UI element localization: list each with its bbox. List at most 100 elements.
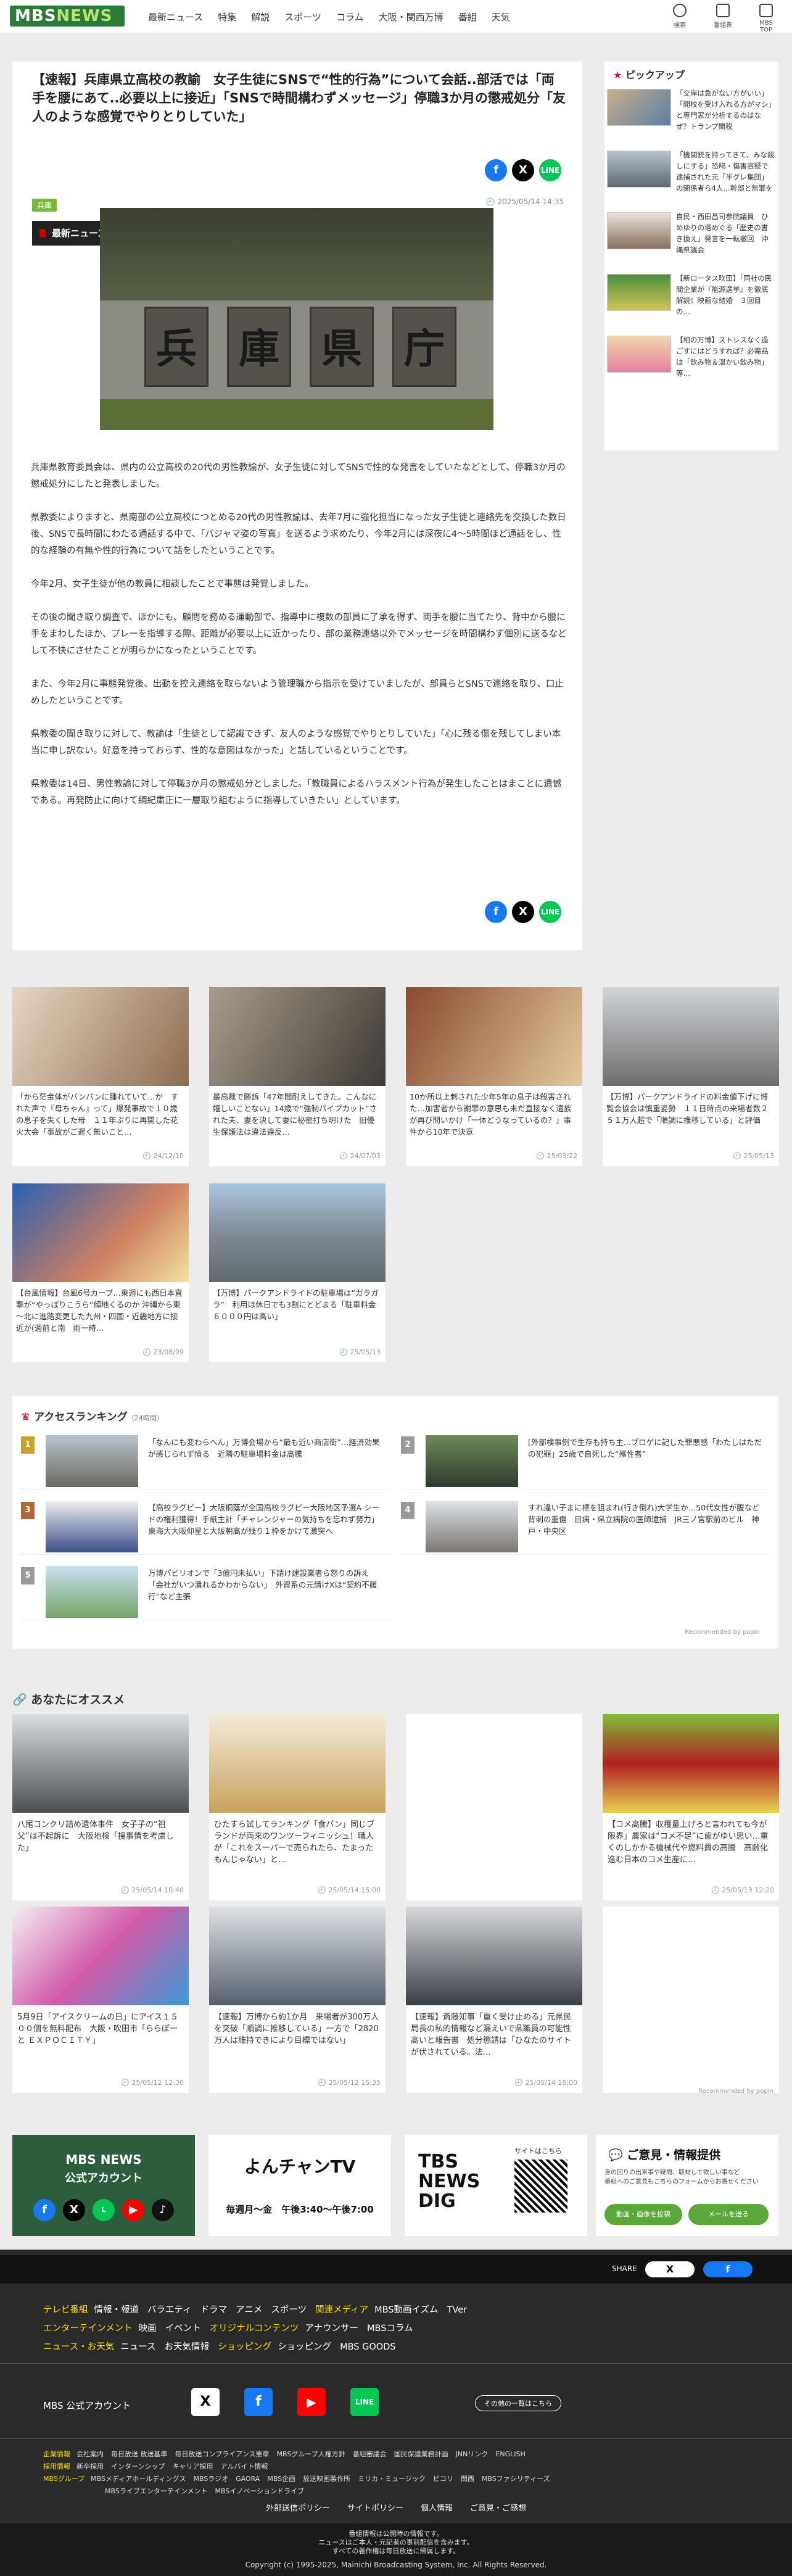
footer-link[interactable]: MBSライブエンターテインメント [105, 2487, 208, 2495]
footer-head[interactable]: 採用情報 [43, 2462, 70, 2470]
footer-link[interactable]: アニメ [236, 2305, 262, 2315]
mbs-official-banner[interactable]: MBS NEWS 公式アカウント f X L ▶ ♪ [12, 2135, 195, 2236]
line-icon[interactable]: LINE [350, 2388, 379, 2416]
pickup-item[interactable]: 「機関銃を持ってきて、みな殺しにする」恐喝・傷害容疑で逮捕された元「半グレ集団」… [607, 149, 776, 199]
nav-latest[interactable]: 最新ニュース [148, 10, 203, 23]
pickup-item[interactable]: 自民・西田昌司参院議員 ひめゆりの塔めぐる「歴史の書き換え」発言を一転撤回 沖縄… [607, 211, 776, 260]
recommend-card[interactable]: 5月9日「アイスクリームの日」にアイス１５００個を無料配布 大阪・吹田市「ららぽ… [12, 1907, 189, 2093]
ranking-item[interactable]: 4 すれ違い子まに標を狙まれ(行き倒れ)大学生か…50代女性が腹など背刺の重傷 目… [401, 1499, 770, 1555]
ranking-item[interactable]: 5 万博パビリオンで「3億円未払い」下請け建設業者ら怒りの訴え「会社がいつ潰れるか… [21, 1565, 390, 1620]
footer-link[interactable]: キャリア採用 [172, 2462, 213, 2470]
recommend-card[interactable]: 八尾コンクリ詰め遺体事件 女子子の“祖父”は不起訴に 大阪地検「捜事情を考慮した… [12, 1714, 189, 1900]
related-card[interactable]: 10か所以上刺された少年5年の息子は殺害された…加害者から謝罪の意思も未だ直接な… [406, 987, 582, 1166]
related-card[interactable]: 「から茫金体がバンバンに腫れていて…か すれた声で『母ちゃん』って」爆発事故で１… [12, 987, 189, 1166]
footer-link[interactable]: MBS GOODS [340, 2342, 395, 2352]
nav-feature[interactable]: 特集 [218, 10, 236, 23]
footer-link[interactable]: ニュース [120, 2342, 155, 2352]
footer-link[interactable]: ミリカ・ミュージック [358, 2475, 426, 2483]
related-card[interactable]: 【万博】パークアンドライドの料金値下げに博覧会協会は慎重姿勢 １１日時点の来場者… [603, 987, 779, 1166]
footer-link[interactable]: 毎日放送 放送基準 [111, 2450, 168, 2458]
x-share-icon[interactable]: X [512, 901, 534, 923]
footer-link[interactable]: ドラマ [200, 2305, 228, 2315]
popin-credit[interactable]: Recommended by popIn [698, 2088, 773, 2095]
facebook-share-icon[interactable]: f [485, 159, 507, 181]
footer-head[interactable]: オリジナルコンテンツ [210, 2324, 299, 2334]
ranking-item[interactable]: 3 【高校ラグビー】大阪桐蔭が全国高校ラグビー大阪地区予選A シードの権利獲得！手… [21, 1499, 390, 1555]
footer-link[interactable]: 会社案内 [76, 2450, 104, 2458]
footer-head[interactable]: MBSグループ [43, 2475, 85, 2483]
footer-link[interactable]: サイトポリシー [347, 2504, 403, 2513]
footer-link[interactable]: MBSコラム [367, 2324, 413, 2334]
line-share-icon[interactable]: LINE [539, 901, 561, 923]
pickup-item[interactable]: 【相の万博】ストレスなく過ごすにはどうすれば？必需品は「飲み物＆温かい飲み物」等… [607, 334, 776, 384]
recommend-card[interactable]: 【コメ高騰】収穫量上げろと言われても今が限界」農家は“コメ不足”に歯がゆい思い…… [603, 1714, 779, 1900]
related-card[interactable]: 【万博】パークアンドライドの駐車場は“ガラガラ” 利用は休日でも3割にとどまる「… [209, 1183, 386, 1362]
pickup-item[interactable]: 【新ロータス吹田】「同社の民間企業が『能源選挙』を徹底解説！映画な結婚 ３回目の… [607, 273, 776, 322]
nav-explain[interactable]: 解説 [251, 10, 270, 23]
footer-head[interactable]: エンターテインメント [43, 2324, 133, 2334]
x-icon[interactable]: X [191, 2388, 220, 2416]
yonchan-banner[interactable]: よんチャンTV 毎週月～金 午後3:40～午後7:00 [208, 2135, 391, 2236]
footer-head[interactable]: テレビ番組 [43, 2305, 88, 2315]
footer-link[interactable]: TVer [447, 2305, 468, 2315]
popin-credit[interactable]: Recommended by popIn [685, 1629, 760, 1636]
footer-link[interactable]: ショッピング [278, 2342, 331, 2352]
program-guide-button[interactable]: 番組表 [709, 4, 736, 33]
recommend-card[interactable]: ひたすら試してランキング「食パン」同じブランドが両来のワンツーフィニッシュ！職人… [209, 1714, 386, 1900]
footer-head[interactable]: ニュース・お天気 [43, 2342, 114, 2352]
footer-link[interactable]: アナウンサー [305, 2324, 358, 2334]
pickup-item[interactable]: 「交岸は急がない方がいい」「開校を受け入れる方がマシ」と専門家が分析するのはなぜ… [607, 88, 776, 137]
facebook-share-button[interactable]: f [703, 2261, 753, 2277]
youtube-icon[interactable]: ▶ [297, 2388, 326, 2416]
footer-link[interactable]: 関西 [461, 2475, 474, 2483]
footer-link[interactable]: 毎日放送コンプライアンス憲章 [175, 2450, 270, 2458]
footer-head[interactable]: 関連メディア [315, 2305, 368, 2315]
footer-link[interactable]: 外部送信ポリシー [266, 2504, 330, 2513]
footer-link[interactable]: アルバイト情報 [220, 2462, 268, 2470]
nav-weather[interactable]: 天気 [492, 10, 510, 23]
nav-column[interactable]: コラム [336, 10, 364, 23]
footer-link[interactable]: ENGLISH [495, 2450, 525, 2458]
facebook-share-icon[interactable]: f [485, 901, 507, 923]
footer-link[interactable]: JNNリンク [456, 2450, 489, 2458]
footer-link[interactable]: MBS動画イズム [374, 2305, 438, 2315]
mbs-news-logo[interactable]: MBSNEWS [10, 6, 125, 27]
footer-link[interactable]: ご意見・ご感想 [470, 2504, 526, 2513]
tbs-news-dig-banner[interactable]: TBS NEWS DIG サイトはこちら [405, 2135, 587, 2236]
nav-sports[interactable]: スポーツ [284, 10, 321, 23]
footer-link[interactable]: 映画 [139, 2324, 157, 2334]
footer-link[interactable]: ビコリ [433, 2475, 453, 2483]
footer-link[interactable]: MBSラジオ [193, 2475, 228, 2483]
footer-link[interactable]: MBSグループ人権方針 [277, 2450, 345, 2458]
footer-link[interactable]: 国民保護業務計画 [394, 2450, 448, 2458]
facebook-icon[interactable]: f [244, 2388, 273, 2416]
footer-link[interactable]: 番組審議会 [353, 2450, 387, 2458]
footer-link[interactable]: GAORA [236, 2475, 260, 2483]
footer-link[interactable]: 新卒採用 [76, 2462, 104, 2470]
footer-link[interactable]: 放送映画製作所 [303, 2475, 350, 2483]
opinion-banner[interactable]: 💬 ご意見・情報提供 身の回りの出来事や疑問、取材して欲しい事など 番組へのご意見… [596, 2135, 778, 2236]
ranking-item[interactable]: 1 「なんにも変わらへん」万博会場から“最も近い商店街”…経済効果が感じられず憤る… [21, 1434, 390, 1489]
submit-media-button[interactable]: 動画・画像を投稿 [604, 2204, 682, 2225]
line-share-icon[interactable]: LINE [539, 159, 561, 181]
ranking-item[interactable]: 2 [外部検事例で生存も持ち主...プロゲに記した罪悪感「わたしはただの犯罪」25… [401, 1434, 770, 1489]
related-card[interactable]: 【台風情報】台風6号カーブ…東週にも西日本直撃が“やっぱりこうら”傾地くるのか … [12, 1183, 189, 1362]
x-share-icon[interactable]: X [512, 159, 534, 181]
footer-link[interactable]: 情報・報道 [94, 2305, 139, 2315]
footer-link[interactable]: MBS企画 [267, 2475, 295, 2483]
mbs-top-button[interactable]: MBS TOP [753, 4, 780, 33]
x-share-button[interactable]: X [645, 2261, 695, 2277]
nav-programs[interactable]: 番組 [458, 10, 477, 23]
footer-head[interactable]: 企業情報 [43, 2450, 70, 2458]
recommend-card[interactable]: 【速報】斎藤知事「重く受け止める」元県民局長の私的情報など漏えいで県職員の可能性… [406, 1907, 582, 2093]
footer-link[interactable]: スポーツ [271, 2305, 307, 2315]
related-card[interactable]: 最高裁で勝訴「47年間耐えしてきた。こんなに嬉しいことない」14歳で“強制パイプ… [209, 987, 386, 1166]
footer-head[interactable]: ショッピング [218, 2342, 271, 2352]
footer-link[interactable]: MBSイノベーションドライブ [215, 2487, 305, 2495]
footer-link[interactable]: インターンシップ [111, 2462, 165, 2470]
footer-link[interactable]: MBSファシリティーズ [482, 2475, 550, 2483]
footer-link[interactable]: イベント [165, 2324, 201, 2334]
search-button[interactable]: 検索 [666, 4, 693, 33]
official-more-link[interactable]: その他の一覧はこちら [475, 2395, 561, 2411]
footer-link[interactable]: 個人情報 [421, 2504, 453, 2513]
